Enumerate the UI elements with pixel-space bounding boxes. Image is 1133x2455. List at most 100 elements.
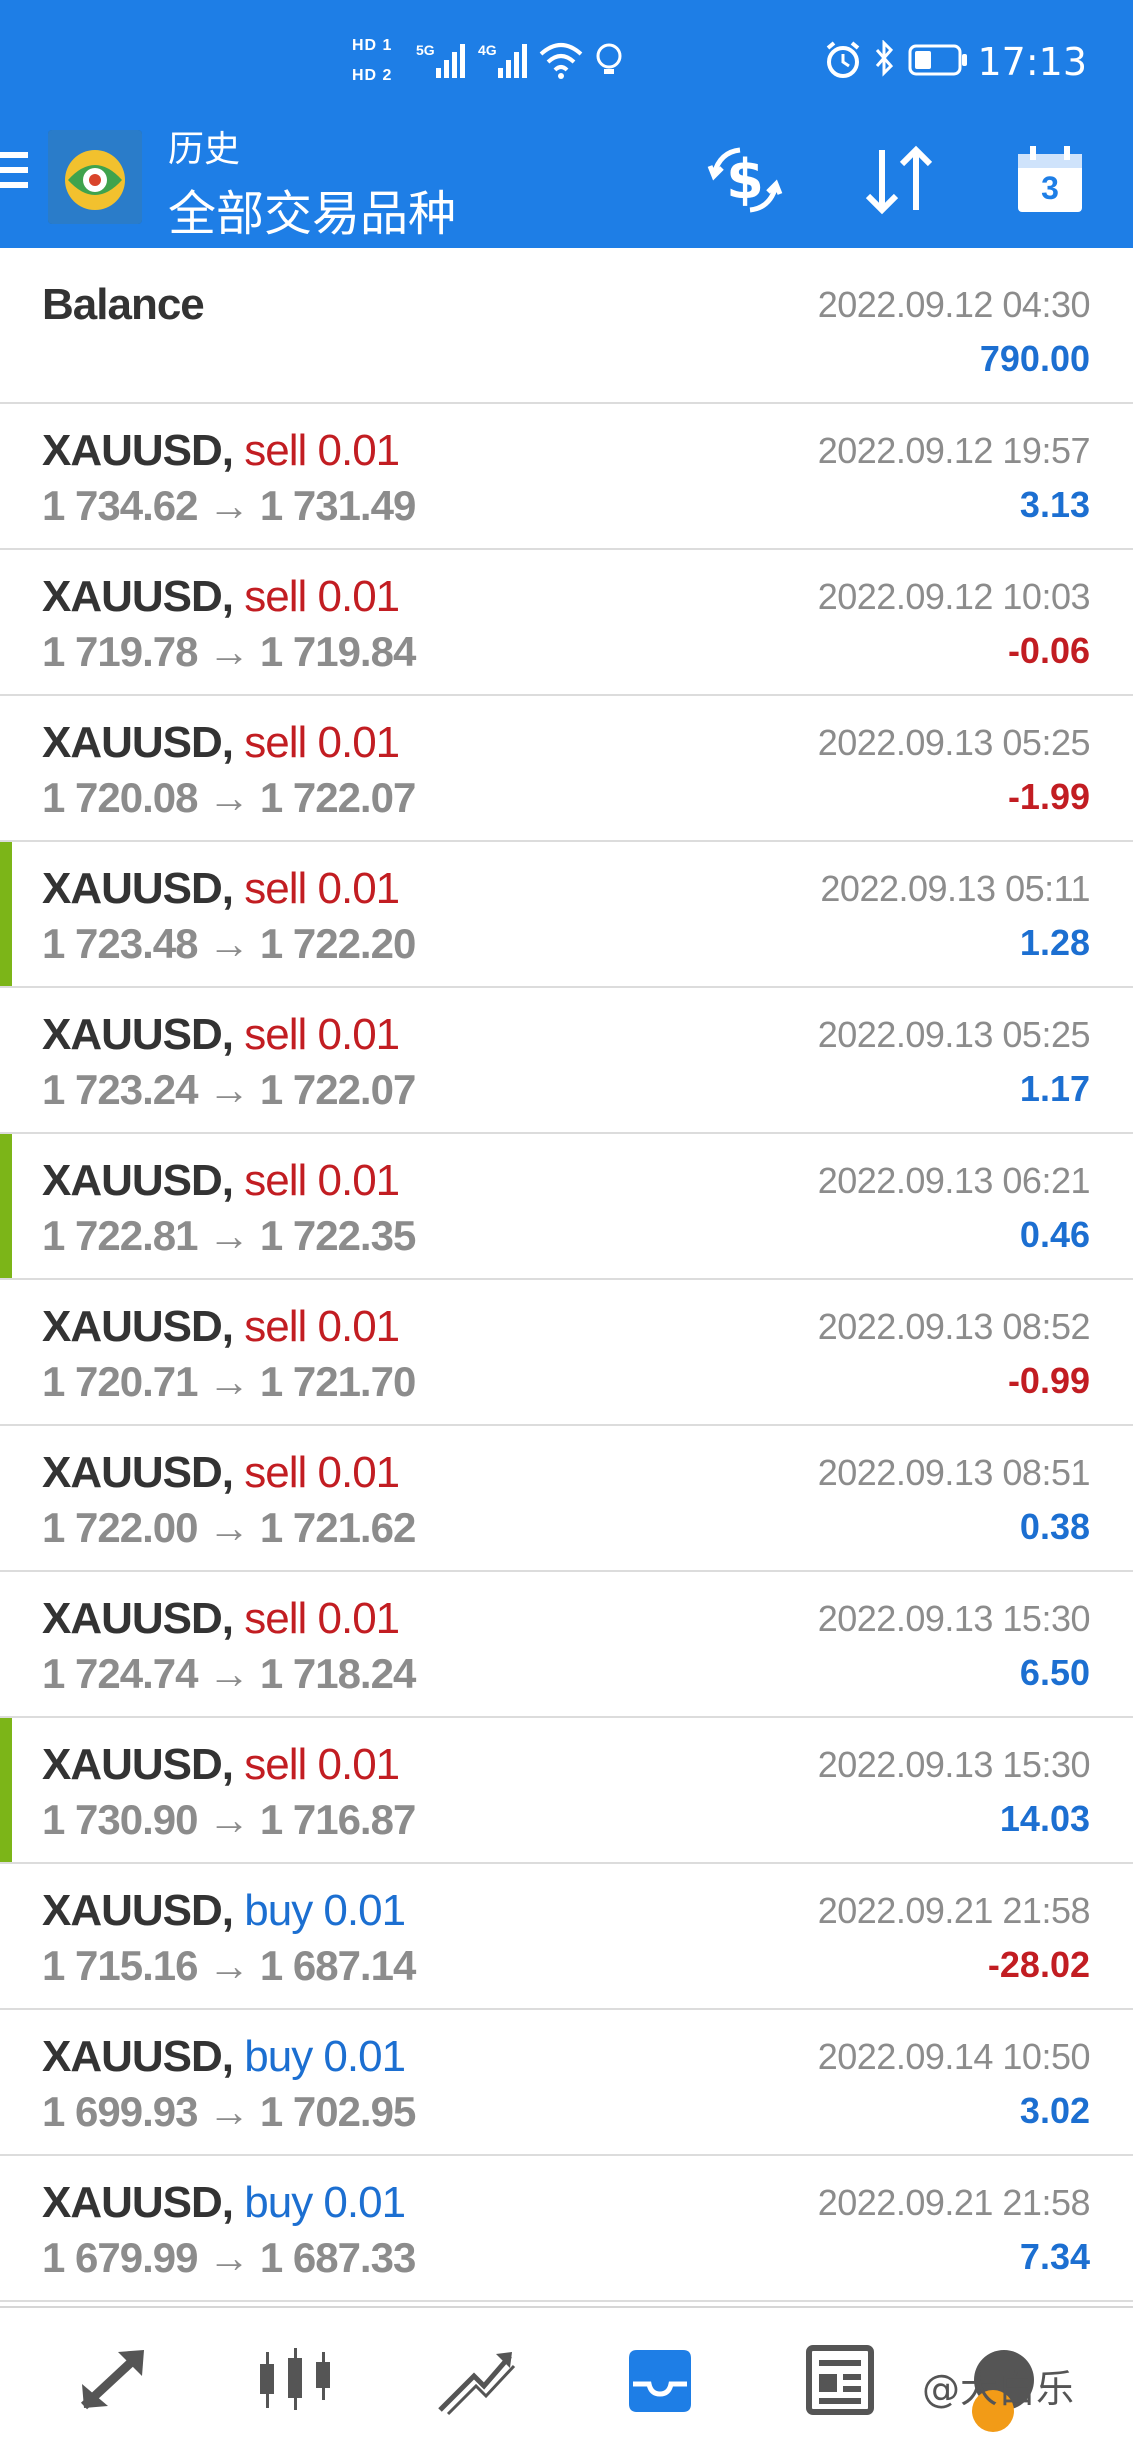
trade-date: 2022.09.13 05:11: [820, 868, 1090, 909]
signal-icon: [436, 44, 465, 78]
trade-symbol: XAUUSD, sell 0.01: [42, 1740, 400, 1790]
trade-symbol: XAUUSD, sell 0.01: [42, 718, 400, 768]
svg-text:$: $: [726, 148, 764, 211]
symbol-text: XAUUSD,: [42, 1010, 234, 1059]
trade-profit: 1.17: [1019, 1068, 1090, 1109]
calendar-day-label: 3: [1041, 170, 1059, 206]
trade-row[interactable]: XAUUSD, sell 0.01 1 722.00 → 1 721.62 20…: [0, 1426, 1133, 1572]
trade-side: buy 0.01: [244, 2032, 406, 2081]
trade-tab-icon[interactable]: [430, 2340, 520, 2420]
chart-tab-icon[interactable]: [250, 2340, 340, 2420]
trade-symbol: XAUUSD, sell 0.01: [42, 426, 400, 476]
trade-profit: -1.99: [1007, 776, 1090, 817]
trade-side: sell 0.01: [244, 426, 400, 475]
trade-profit: 1.28: [1019, 922, 1090, 963]
trade-profit: 0.38: [1019, 1506, 1090, 1547]
trade-prices: 1 723.48 → 1 722.20: [42, 920, 416, 967]
trade-row[interactable]: XAUUSD, sell 0.01 1 720.08 → 1 722.07 20…: [0, 696, 1133, 842]
trade-side: sell 0.01: [244, 1594, 400, 1643]
symbol-text: XAUUSD,: [42, 1448, 234, 1497]
balance-label: Balance: [42, 280, 205, 329]
hd2-label: HD 2: [352, 67, 393, 84]
balance-row[interactable]: Balance 2022.09.12 04:30 790.00: [0, 258, 1133, 404]
history-tab-icon[interactable]: [615, 2340, 705, 2420]
symbol-text: XAUUSD,: [42, 1156, 234, 1205]
trade-prices: 1 679.99 → 1 687.33: [42, 2234, 416, 2281]
app-logo: [48, 130, 142, 224]
trade-profit: -28.02: [987, 1944, 1090, 1985]
currency-exchange-icon[interactable]: $: [700, 140, 790, 220]
trade-profit: 7.34: [1019, 2236, 1090, 2277]
alarm-icon: [826, 41, 860, 78]
trade-side: sell 0.01: [244, 718, 400, 767]
trade-prices: 1 715.16 → 1 687.14: [42, 1942, 416, 1989]
history-list: Balance 2022.09.12 04:30 790.00 XAUUSD, …: [0, 258, 1133, 2302]
trade-side: buy 0.01: [244, 1886, 406, 1935]
trade-row[interactable]: XAUUSD, sell 0.01 1 722.81 → 1 722.35 20…: [0, 1134, 1133, 1280]
app-header: HD 1 HD 2 5G 4G 17:13 历史 全部交易品种 $ 3: [0, 0, 1133, 248]
page-subtitle: 历史: [168, 128, 241, 169]
symbol-text: XAUUSD,: [42, 2178, 234, 2227]
trade-row[interactable]: XAUUSD, sell 0.01 1 724.74 → 1 718.24 20…: [0, 1572, 1133, 1718]
trade-profit: 3.13: [1019, 484, 1090, 525]
news-tab-icon[interactable]: [795, 2340, 885, 2420]
trade-prices: 1 719.78 → 1 719.84: [42, 628, 416, 675]
trade-symbol: XAUUSD, sell 0.01: [42, 1448, 400, 1498]
trade-prices: 1 722.00 → 1 721.62: [42, 1504, 416, 1551]
hd1-label: HD 1: [352, 37, 393, 54]
page-title[interactable]: 全部交易品种: [168, 174, 456, 244]
trade-side: sell 0.01: [244, 1302, 400, 1351]
trade-row[interactable]: XAUUSD, sell 0.01 1 719.78 → 1 719.84 20…: [0, 550, 1133, 696]
trade-date: 2022.09.12 10:03: [817, 576, 1091, 617]
clock-time: 17:13: [977, 40, 1087, 84]
network-4g-label: 4G: [478, 42, 497, 58]
quotes-tab-icon[interactable]: [70, 2340, 160, 2420]
symbol-text: XAUUSD,: [42, 1740, 234, 1789]
network-5g-label: 5G: [416, 42, 435, 58]
trade-row[interactable]: XAUUSD, sell 0.01 1 720.71 → 1 721.70 20…: [0, 1280, 1133, 1426]
trade-date: 2022.09.21 21:58: [817, 2182, 1091, 2223]
watermark-text: @大白乐: [922, 2367, 1075, 2411]
trade-date: 2022.09.13 08:51: [817, 1452, 1091, 1493]
trade-date: 2022.09.12 19:57: [817, 430, 1091, 471]
calendar-button[interactable]: 3: [1010, 140, 1090, 220]
trade-row[interactable]: XAUUSD, sell 0.01 1 730.90 → 1 716.87 20…: [0, 1718, 1133, 1864]
trade-symbol: XAUUSD, sell 0.01: [42, 572, 400, 622]
trade-date: 2022.09.13 15:30: [817, 1744, 1091, 1785]
trade-side: sell 0.01: [244, 572, 400, 621]
balance-date: 2022.09.12 04:30: [817, 284, 1091, 325]
signal-icon-2: [498, 44, 527, 78]
trade-prices: 1 722.81 → 1 722.35: [42, 1212, 416, 1259]
trade-symbol: XAUUSD, sell 0.01: [42, 864, 400, 914]
trade-symbol: XAUUSD, sell 0.01: [42, 1302, 400, 1352]
trade-profit: -0.99: [1007, 1360, 1090, 1401]
trade-prices: 1 699.93 → 1 702.95: [42, 2088, 416, 2135]
trade-date: 2022.09.13 08:52: [817, 1306, 1091, 1347]
trade-side: sell 0.01: [244, 1010, 400, 1059]
trade-prices: 1 730.90 → 1 716.87: [42, 1796, 416, 1843]
trade-row[interactable]: XAUUSD, buy 0.01 1 715.16 → 1 687.14 202…: [0, 1864, 1133, 2010]
trade-date: 2022.09.13 05:25: [817, 722, 1091, 763]
trade-side: buy 0.01: [244, 2178, 406, 2227]
trade-symbol: XAUUSD, sell 0.01: [42, 1594, 400, 1644]
battery-icon: [908, 44, 967, 76]
trade-row[interactable]: XAUUSD, buy 0.01 1 679.99 → 1 687.33 202…: [0, 2156, 1133, 2302]
trade-date: 2022.09.21 21:58: [817, 1890, 1091, 1931]
balance-amount: 790.00: [979, 338, 1090, 379]
symbol-text: XAUUSD,: [42, 1594, 234, 1643]
bluetooth-icon: [875, 40, 894, 77]
trade-symbol: XAUUSD, buy 0.01: [42, 1886, 406, 1936]
sort-icon[interactable]: [854, 140, 944, 220]
trade-row[interactable]: XAUUSD, sell 0.01 1 734.62 → 1 731.49 20…: [0, 404, 1133, 550]
status-bar: HD 1 HD 2 5G 4G 17:13: [0, 0, 1133, 128]
trade-prices: 1 734.62 → 1 731.49: [42, 482, 416, 529]
menu-icon[interactable]: [0, 152, 30, 200]
metatrader-logo-icon: [48, 130, 142, 224]
trade-row[interactable]: XAUUSD, sell 0.01 1 723.24 → 1 722.07 20…: [0, 988, 1133, 1134]
trade-side: sell 0.01: [244, 864, 400, 913]
trade-prices: 1 724.74 → 1 718.24: [42, 1650, 416, 1697]
trade-profit: 0.46: [1019, 1214, 1090, 1255]
trade-row[interactable]: XAUUSD, buy 0.01 1 699.93 → 1 702.95 202…: [0, 2010, 1133, 2156]
trade-profit: 14.03: [999, 1798, 1090, 1839]
trade-row[interactable]: XAUUSD, sell 0.01 1 723.48 → 1 722.20 20…: [0, 842, 1133, 988]
